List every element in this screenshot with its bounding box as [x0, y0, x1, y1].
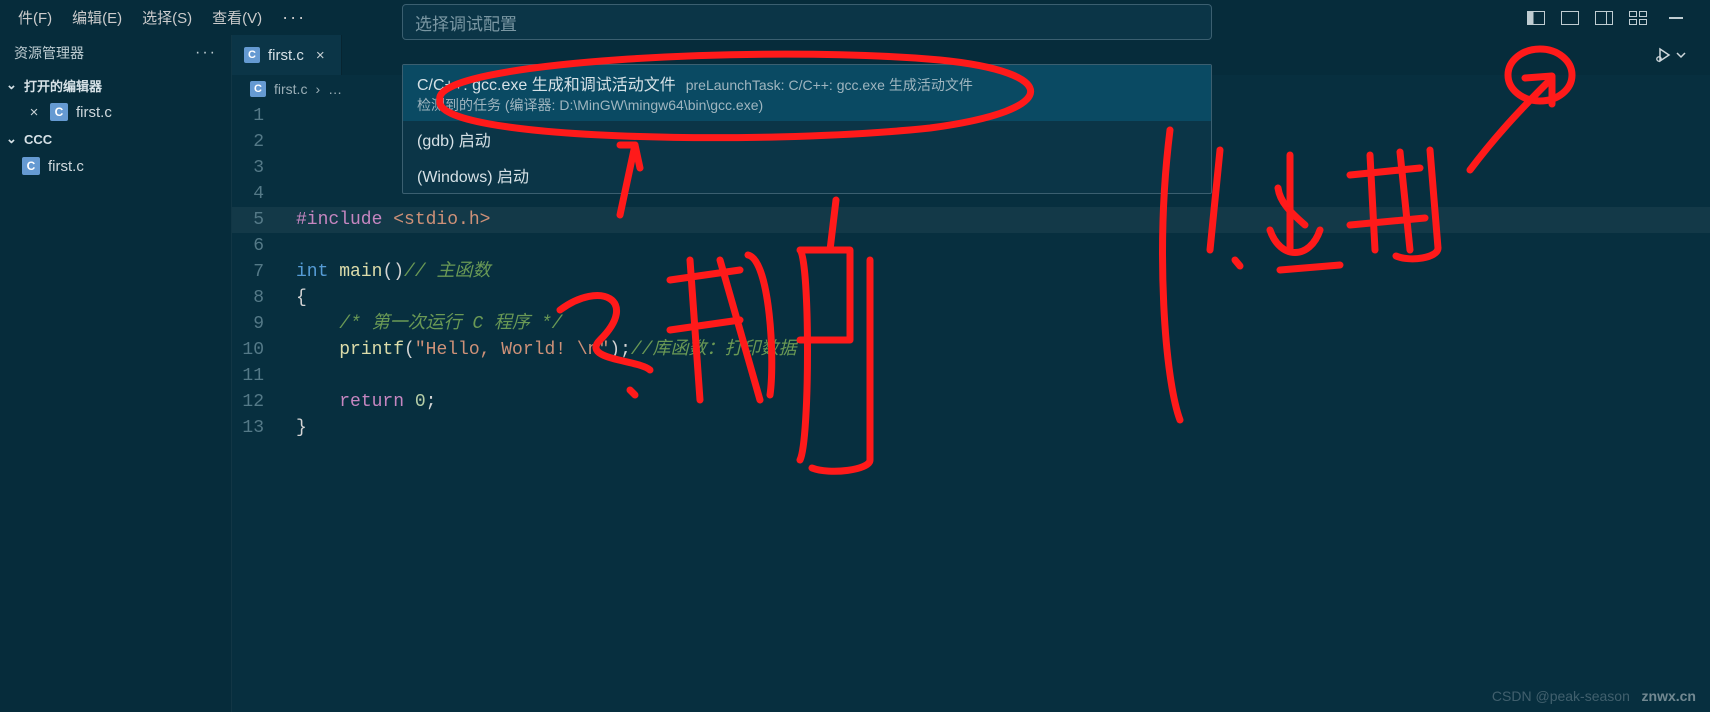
picker-item-title: (gdb) 启动: [417, 127, 1197, 151]
breadcrumb-more: …: [328, 81, 342, 97]
line-number: 11: [232, 363, 294, 389]
debug-config-input[interactable]: 选择调试配置: [402, 4, 1212, 40]
picker-item-gdb[interactable]: (gdb) 启动: [403, 121, 1211, 157]
tab-close-icon[interactable]: ×: [312, 47, 329, 64]
c-file-icon: C: [50, 103, 68, 121]
sidebar-open-editors[interactable]: ⌄ 打开的编辑器: [0, 71, 231, 99]
line-number: 8: [232, 285, 294, 311]
breadcrumb-sep: ›: [315, 81, 320, 97]
sidebar-header: 资源管理器 ···: [0, 35, 231, 71]
sidebar-section-label: 打开的编辑器: [24, 76, 102, 95]
watermark: CSDN @peak-season znwx.cn: [1492, 688, 1696, 704]
line-number: 3: [232, 155, 294, 181]
tab-first-c[interactable]: C first.c ×: [232, 35, 342, 75]
run-debug-button[interactable]: [1649, 42, 1692, 68]
breadcrumb-file: first.c: [274, 81, 307, 97]
line-number: 2: [232, 129, 294, 155]
picker-item-title: (Windows) 启动: [417, 163, 1197, 187]
close-icon[interactable]: ×: [26, 104, 42, 121]
sidebar-more-icon[interactable]: ···: [195, 44, 217, 62]
line-number: 7: [232, 259, 294, 285]
code-editor[interactable]: 1 2 3 4 5#include <stdio.h> 6 7int main(…: [232, 103, 1710, 712]
chevron-down-icon: ⌄: [6, 77, 20, 93]
c-file-icon: C: [244, 47, 260, 63]
picker-item-sub: 检测到的任务 (编译器: D:\MinGW\mingw64\bin\gcc.ex…: [417, 95, 1197, 115]
layout-right-icon[interactable]: [1590, 6, 1618, 30]
workspace-label: CCC: [24, 132, 52, 147]
line-number: 1: [232, 103, 294, 129]
menu-select[interactable]: 选择(S): [132, 1, 202, 34]
menu-edit[interactable]: 编辑(E): [62, 1, 132, 34]
tab-label: first.c: [268, 47, 304, 64]
layout-left-icon[interactable]: [1522, 6, 1550, 30]
line-number: 4: [232, 181, 294, 207]
picker-item-title: C/C++: gcc.exe 生成和调试活动文件: [417, 71, 676, 95]
picker-item-windows[interactable]: (Windows) 启动: [403, 157, 1211, 193]
line-number: 13: [232, 415, 294, 441]
debug-config-picker: 选择调试配置 C/C++: gcc.exe 生成和调试活动文件 preLaunc…: [402, 4, 1212, 194]
line-number: 12: [232, 389, 294, 415]
workspace-file-label: first.c: [48, 158, 84, 175]
sidebar-title: 资源管理器: [14, 43, 84, 63]
debug-config-list: C/C++: gcc.exe 生成和调试活动文件 preLaunchTask: …: [402, 64, 1212, 194]
picker-item-gcc[interactable]: C/C++: gcc.exe 生成和调试活动文件 preLaunchTask: …: [403, 65, 1211, 121]
layout-grid-icon[interactable]: [1624, 6, 1652, 30]
chevron-down-icon: ⌄: [6, 131, 20, 147]
menu-view[interactable]: 查看(V): [202, 1, 272, 34]
picker-placeholder: 选择调试配置: [415, 10, 517, 35]
open-editor-item[interactable]: × C first.c: [0, 99, 231, 125]
line-number: 5: [232, 207, 294, 233]
sidebar: 资源管理器 ··· ⌄ 打开的编辑器 × C first.c ⌄ CCC C f…: [0, 35, 232, 712]
workspace-file-item[interactable]: C first.c: [0, 153, 231, 179]
layout-bottom-icon[interactable]: [1556, 6, 1584, 30]
window-minimize[interactable]: [1658, 3, 1694, 33]
sidebar-workspace[interactable]: ⌄ CCC: [0, 125, 231, 153]
line-number: 9: [232, 311, 294, 337]
line-number: 10: [232, 337, 294, 363]
picker-item-hint: preLaunchTask: C/C++: gcc.exe 生成活动文件: [686, 75, 973, 95]
chevron-down-icon[interactable]: [1676, 50, 1686, 60]
menu-more[interactable]: ···: [272, 1, 316, 34]
c-file-icon: C: [22, 157, 40, 175]
line-number: 6: [232, 233, 294, 259]
menu-file[interactable]: 件(F): [8, 1, 62, 34]
open-editor-label: first.c: [76, 104, 112, 121]
c-file-icon: C: [250, 81, 266, 97]
